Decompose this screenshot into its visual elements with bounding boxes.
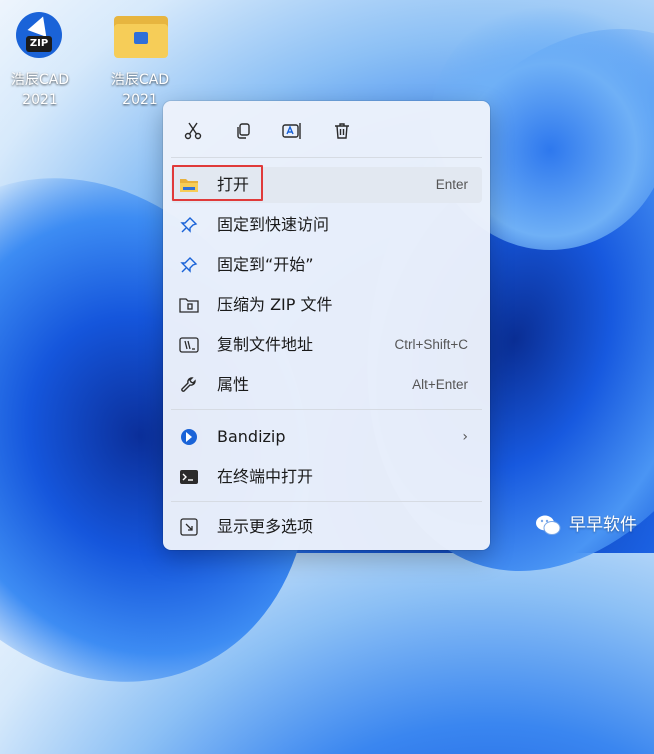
cut-button[interactable] xyxy=(177,115,209,147)
rename-button[interactable] xyxy=(276,115,308,147)
pin-icon xyxy=(179,215,199,235)
menu-item-show-more-options[interactable]: 显示更多选项 xyxy=(171,509,482,545)
menu-item-open-terminal[interactable]: 在终端中打开 xyxy=(171,459,482,495)
bandizip-icon xyxy=(179,427,199,447)
folder-zip-icon xyxy=(112,10,168,66)
menu-divider xyxy=(171,409,482,410)
menu-item-label: Bandizip xyxy=(217,427,286,446)
desktop-icon-folder[interactable]: 浩辰CAD 2021 xyxy=(100,10,180,110)
more-options-icon xyxy=(179,517,199,537)
zip-folder-icon xyxy=(179,295,199,315)
wechat-icon xyxy=(535,514,561,536)
menu-item-properties[interactable]: 属性 Alt+Enter xyxy=(171,367,482,403)
menu-item-compress-zip[interactable]: 压缩为 ZIP 文件 xyxy=(171,287,482,323)
menu-item-bandizip[interactable]: Bandizip › xyxy=(171,419,482,455)
menu-item-shortcut: Alt+Enter xyxy=(412,377,468,392)
menu-item-label: 复制文件地址 xyxy=(217,335,314,354)
menu-item-label: 固定到“开始” xyxy=(217,255,314,274)
context-menu-toolbar xyxy=(163,115,490,147)
zip-archive-icon: ZIP xyxy=(12,10,68,66)
terminal-icon xyxy=(179,467,199,487)
watermark-text: 早早软件 xyxy=(569,515,637,535)
menu-item-copy-path[interactable]: 复制文件地址 Ctrl+Shift+C xyxy=(171,327,482,363)
desktop-icon-label: 2021 xyxy=(22,92,58,108)
menu-item-shortcut: Enter xyxy=(435,177,468,192)
pin-icon xyxy=(179,255,199,275)
menu-item-pin-start[interactable]: 固定到“开始” xyxy=(171,247,482,283)
copy-icon xyxy=(237,123,250,139)
menu-divider xyxy=(171,157,482,158)
chevron-right-icon: › xyxy=(462,429,468,445)
desktop-icon-zip[interactable]: ZIP 浩辰CAD 2021 xyxy=(0,10,80,110)
copy-path-icon xyxy=(179,335,199,355)
rename-icon xyxy=(282,123,301,139)
wrench-icon xyxy=(179,375,199,395)
delete-button[interactable] xyxy=(326,115,358,147)
desktop-icon-label: 浩辰CAD xyxy=(110,72,170,88)
menu-divider xyxy=(171,501,482,502)
menu-item-label: 固定到快速访问 xyxy=(217,215,330,234)
scissors-icon xyxy=(184,122,202,140)
menu-item-shortcut: Ctrl+Shift+C xyxy=(394,337,468,352)
trash-icon xyxy=(335,123,349,139)
menu-item-label: 属性 xyxy=(217,375,250,394)
menu-item-pin-quick-access[interactable]: 固定到快速访问 xyxy=(171,207,482,243)
menu-item-label: 压缩为 ZIP 文件 xyxy=(217,295,333,314)
desktop-icon-label: 浩辰CAD xyxy=(10,72,70,88)
menu-item-label: 显示更多选项 xyxy=(217,517,314,536)
watermark: 早早软件 xyxy=(535,511,637,539)
highlight-annotation xyxy=(172,165,263,201)
copy-button[interactable] xyxy=(227,115,259,147)
menu-item-label: 在终端中打开 xyxy=(217,467,314,486)
